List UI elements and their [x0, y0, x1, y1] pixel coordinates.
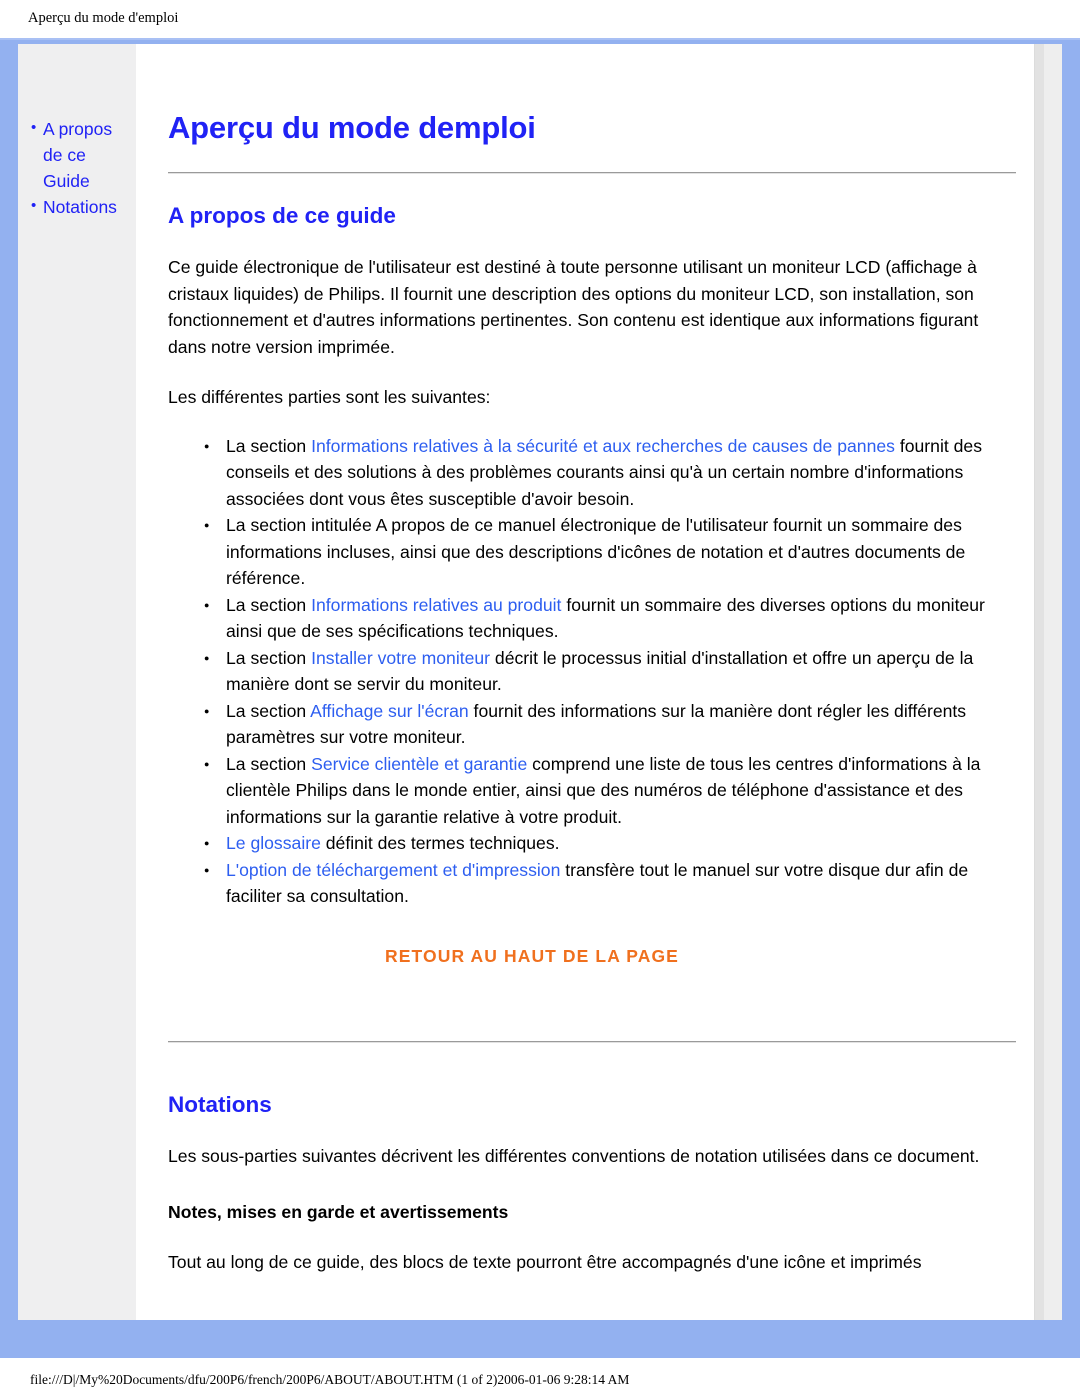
- about-feature-list: La section Informations relatives à la s…: [168, 433, 1016, 910]
- back-to-top-container: RETOUR AU HAUT DE LA PAGE: [168, 946, 1016, 967]
- list-item-suffix: définit des termes techniques.: [320, 833, 560, 853]
- link-service-clientele-et-garantie[interactable]: Service clientèle et garantie: [311, 754, 527, 774]
- section-heading-notations: Notations: [168, 1091, 272, 1117]
- link-affichage-sur-lecran[interactable]: Affichage sur l'écran: [310, 701, 469, 721]
- sidebar-item-notations[interactable]: Notations: [31, 193, 136, 220]
- frame-top-highlight: [0, 38, 1080, 40]
- list-item-prefix: La section intitulée A propos de ce manu…: [226, 515, 966, 588]
- list-item: La section Affichage sur l'écran fournit…: [204, 698, 1016, 751]
- list-item-prefix: La section: [226, 700, 311, 721]
- sidebar: A propos de ce Guide Notations: [18, 44, 136, 1320]
- list-item-prefix: La section: [226, 753, 312, 774]
- list-item: La section Installer votre moniteur décr…: [204, 645, 1016, 698]
- list-item: La section Service clientèle et garantie…: [204, 751, 1016, 831]
- notations-sub-heading: Notes, mises en garde et avertissements: [168, 1202, 509, 1222]
- print-header-title: Aperçu du mode d'emploi: [28, 10, 179, 26]
- page-layout: A propos de ce Guide Notations Aperçu du…: [18, 44, 1034, 1320]
- page-title: Aperçu du mode demploi: [168, 110, 536, 145]
- link-installer-votre-moniteur[interactable]: Installer votre moniteur: [311, 648, 490, 668]
- main-content: Aperçu du mode demploi A propos de ce gu…: [136, 44, 1034, 1320]
- link-le-glossaire[interactable]: Le glossaire: [226, 833, 321, 853]
- page-canvas: A propos de ce Guide Notations Aperçu du…: [18, 44, 1062, 1320]
- back-to-top-link[interactable]: RETOUR AU HAUT DE LA PAGE: [385, 946, 679, 966]
- list-item-prefix: La section: [226, 435, 312, 456]
- divider-under-title: [168, 172, 1016, 174]
- sidebar-nav-list: A propos de ce Guide Notations: [18, 115, 136, 220]
- list-item-prefix: La section: [226, 647, 312, 668]
- divider-before-notations: [168, 1040, 1016, 1043]
- about-lead-in: Les différentes parties sont les suivant…: [168, 387, 491, 407]
- notations-intro-paragraph: Les sous-parties suivantes décrivent les…: [168, 1145, 980, 1166]
- list-item: L'option de téléchargement et d'impressi…: [204, 857, 1016, 910]
- list-item-prefix: La section: [226, 594, 312, 615]
- page-frame: A propos de ce Guide Notations Aperçu du…: [0, 38, 1080, 1358]
- link-informations-produit[interactable]: Informations relatives au produit: [311, 595, 561, 615]
- list-item: La section Informations relatives à la s…: [204, 433, 1016, 513]
- list-item: La section intitulée A propos de ce manu…: [204, 512, 1016, 592]
- section-heading-a-propos: A propos de ce guide: [168, 203, 396, 228]
- vertical-scrollbar[interactable]: [1034, 44, 1062, 1320]
- print-footer-path: file:///D|/My%20Documents/dfu/200P6/fren…: [30, 1372, 630, 1387]
- list-item: Le glossaire définit des termes techniqu…: [204, 830, 1016, 857]
- list-item: La section Informations relatives au pro…: [204, 592, 1016, 645]
- link-informations-securite[interactable]: Informations relatives à la sécurité et …: [311, 436, 895, 456]
- about-intro-paragraph: Ce guide électronique de l'utilisateur e…: [168, 257, 979, 357]
- link-telechargement-et-impression[interactable]: L'option de téléchargement et d'impressi…: [226, 860, 560, 880]
- scrollbar-track-shade: [1035, 44, 1044, 1320]
- notations-body-paragraph: Tout au long de ce guide, des blocs de t…: [168, 1252, 922, 1272]
- sidebar-item-a-propos-de-ce-guide[interactable]: A propos de ce Guide: [31, 115, 136, 194]
